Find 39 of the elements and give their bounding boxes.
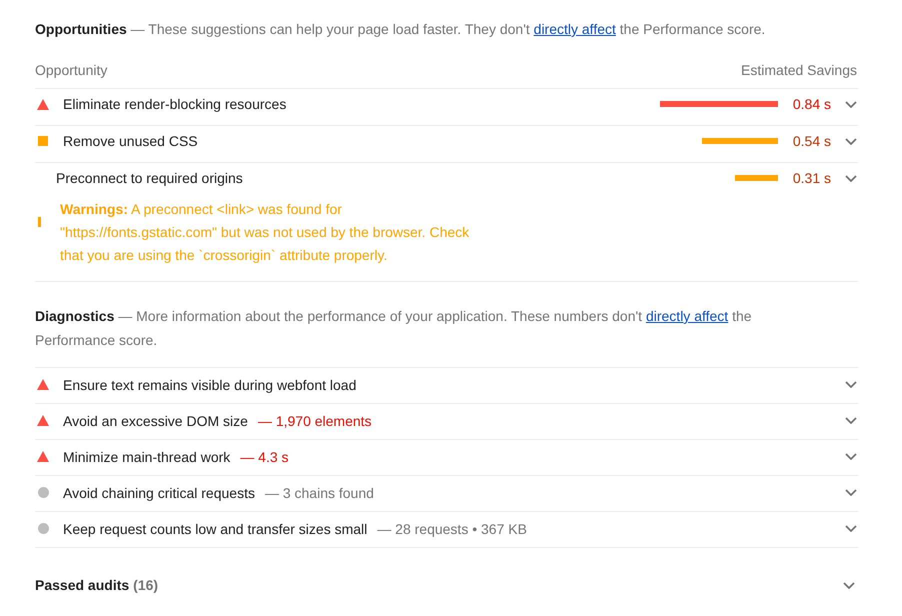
passed-count: (16) xyxy=(133,576,158,595)
chevron-icon[interactable] xyxy=(845,138,857,144)
savings-value: 0.54 s xyxy=(792,132,831,151)
chevron-icon[interactable] xyxy=(843,582,855,588)
triangle-icon xyxy=(37,98,49,110)
section-title[interactable]: Passed audits xyxy=(35,573,130,597)
chevron-icon[interactable] xyxy=(845,453,857,460)
audit-title[interactable]: Remove unused CSS xyxy=(63,129,638,153)
chevron-icon[interactable] xyxy=(845,417,857,424)
chevron-icon[interactable] xyxy=(845,100,857,108)
column-header: Estimated Savings xyxy=(741,61,858,80)
audit-detail: — 1,970 elements xyxy=(258,412,372,430)
chevron-icon[interactable] xyxy=(845,174,857,182)
audit-detail: — 28 requests • 367 KB xyxy=(377,520,527,539)
square-icon xyxy=(38,136,48,146)
column-header: Opportunity xyxy=(35,61,108,80)
audit-title[interactable]: Avoid chaining critical requests xyxy=(63,480,255,504)
triangle-icon xyxy=(37,379,49,390)
section-intro: Opportunities — These suggestions can help your page load faster. They don't directly affect the Performance score. xyxy=(35,20,766,39)
audit-detail: — 3 chains found xyxy=(264,484,374,502)
triangle-icon xyxy=(37,415,49,426)
audit-title[interactable]: Preconnect to required origins xyxy=(56,166,638,190)
warning-marker-icon xyxy=(38,217,41,227)
chevron-icon[interactable] xyxy=(845,381,857,388)
audit-title[interactable]: Minimize main-thread work xyxy=(63,444,230,468)
audit-title[interactable]: Avoid an excessive DOM size xyxy=(63,408,248,432)
chevron-icon[interactable] xyxy=(845,489,857,496)
description-link[interactable]: directly affect xyxy=(534,21,616,37)
warning-text: Warnings: A preconnect <link> was found for "https://fonts.gstatic.com" but was not used by the browser. Check that you are using the `crossorigin` attribute properly. xyxy=(60,200,470,265)
triangle-icon xyxy=(37,451,49,462)
savings-value: 0.31 s xyxy=(792,169,831,188)
savings-value: 0.84 s xyxy=(792,95,831,114)
audit-title[interactable]: Keep request counts low and transfer sizes small xyxy=(63,516,368,540)
audit-detail: — 4.3 s xyxy=(240,448,289,466)
description-link[interactable]: directly affect xyxy=(646,308,728,324)
audit-title[interactable]: Eliminate render-blocking resources xyxy=(63,92,638,116)
section-intro: Diagnostics — More information about the performance of your application. These numbers don't directly affect the Performance score. xyxy=(35,307,753,350)
audit-title[interactable]: Ensure text remains visible during webfont load xyxy=(63,372,356,396)
chevron-icon[interactable] xyxy=(845,525,857,532)
